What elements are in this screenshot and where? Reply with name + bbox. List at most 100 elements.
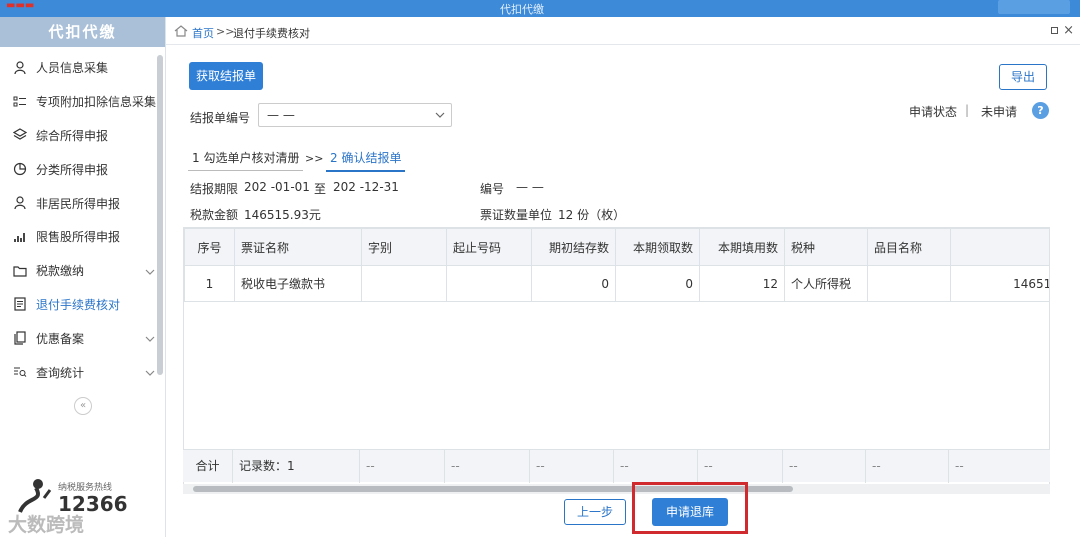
number-label: 编号 xyxy=(480,182,505,196)
footer-placeholder: -- xyxy=(530,450,614,483)
status-label: 申请状态 xyxy=(909,105,958,119)
column-header[interactable]: 本期领取数 xyxy=(615,228,700,266)
footer-record-count: 记录数：1 xyxy=(233,450,360,483)
footer-total-label: 合计 xyxy=(183,450,233,483)
table-row[interactable]: 1税收电子缴款书0012个人所得税146515.93 xyxy=(184,265,1049,302)
breadcrumb-current: 退付手续费核对 xyxy=(233,27,310,40)
table-cell: 0 xyxy=(531,265,616,302)
sidebar-scrollbar[interactable] xyxy=(157,55,163,375)
sidebar-item[interactable]: 人员信息采集 xyxy=(0,51,165,85)
watermark: 大数跨境 xyxy=(8,514,85,536)
sidebar-item-label: 分类所得申报 xyxy=(36,162,109,177)
person-icon xyxy=(12,195,28,211)
column-header[interactable]: 票证名称 xyxy=(234,228,362,266)
sidebar-item[interactable]: 查询统计 xyxy=(0,355,165,389)
sidebar-item[interactable]: 税款缴纳 xyxy=(0,254,165,288)
sidebar-item-label: 专项附加扣除信息采集 xyxy=(36,95,157,110)
table-cell xyxy=(867,265,951,302)
report-no-label: 结报单编号 xyxy=(190,111,251,125)
table-cell: 146515.93 xyxy=(950,265,1049,302)
prev-step-button[interactable]: 上一步 xyxy=(564,499,626,525)
sidebar-item-label: 限售股所得申报 xyxy=(36,230,121,245)
column-header[interactable]: 税种 xyxy=(784,228,868,266)
help-icon[interactable]: ? xyxy=(1032,102,1049,119)
sidebar-item[interactable]: 优惠备案 xyxy=(0,321,165,355)
footer-placeholder: -- xyxy=(866,450,949,483)
sidebar-collapse-button[interactable]: « xyxy=(74,397,92,415)
column-header[interactable]: 起止号码 xyxy=(446,228,532,266)
sidebar: 代扣代缴 人员信息采集专项附加扣除信息采集 综合所得申报 分类所得申报非居民所得申报… xyxy=(0,17,166,537)
quantity-value: 12 份（枚） xyxy=(558,208,626,222)
layers-icon xyxy=(12,127,28,143)
fetch-report-button[interactable]: 获取结报单 xyxy=(189,62,263,90)
sidebar-item-label: 优惠备案 xyxy=(36,331,85,346)
column-header[interactable]: 本期填用数 xyxy=(699,228,785,266)
hotline-block: 纳税服务热线 12366 大数跨境 xyxy=(8,472,154,536)
sidebar-item[interactable]: 退付手续费核对 xyxy=(0,288,165,322)
report-no-select[interactable]: — — xyxy=(258,103,452,127)
column-header[interactable]: 金额 xyxy=(950,228,1049,266)
sidebar-item-label: 综合所得申报 xyxy=(36,128,109,143)
main-panel: 首页 >> 退付手续费核对 × 获取结报单 导出 结报单编号 — — 申请状态 … xyxy=(166,17,1080,537)
column-header[interactable]: 期初结存数 xyxy=(531,228,616,266)
period-start: 202 -01-01 xyxy=(244,180,310,194)
footer-placeholder: -- xyxy=(360,450,445,483)
table-cell: 1 xyxy=(184,265,235,302)
column-header[interactable]: 字别 xyxy=(361,228,447,266)
table-cell: 0 xyxy=(615,265,700,302)
search-list-icon xyxy=(12,364,28,380)
column-header[interactable]: 品目名称 xyxy=(867,228,951,266)
footer-placeholder: -- xyxy=(614,450,698,483)
top-right-button[interactable] xyxy=(998,0,1070,14)
chevron-down-icon xyxy=(145,333,155,343)
footer-placeholder: -- xyxy=(783,450,866,483)
sidebar-item-label: 查询统计 xyxy=(36,365,85,380)
person-icon xyxy=(12,60,28,76)
table-cell: 12 xyxy=(699,265,785,302)
folder-icon xyxy=(12,263,28,279)
pie-icon xyxy=(12,161,28,177)
sidebar-item[interactable]: 分类所得申报 xyxy=(0,152,165,186)
sidebar-title: 代扣代缴 xyxy=(0,17,165,47)
status-separator: | xyxy=(965,103,970,117)
step-separator: >> xyxy=(305,152,324,165)
column-header[interactable]: 序号 xyxy=(184,228,235,266)
chevron-down-icon xyxy=(145,266,155,276)
table-header-row: 序号票证名称字别起止号码期初结存数本期领取数本期填用数税种品目名称金额 xyxy=(184,228,1049,266)
footer-placeholder: -- xyxy=(445,450,530,483)
report-no-value: — — xyxy=(267,108,295,122)
sidebar-item[interactable]: 专项附加扣除信息采集 xyxy=(0,85,165,119)
period-end: 202 -12-31 xyxy=(333,180,399,194)
close-icon[interactable]: × xyxy=(1063,23,1074,38)
chevron-down-icon xyxy=(435,112,445,118)
list-icon xyxy=(12,94,28,110)
document-icon xyxy=(12,296,28,312)
home-icon[interactable] xyxy=(174,25,188,37)
table-cell xyxy=(361,265,447,302)
top-bar: ▬▬▬ 代扣代缴 xyxy=(0,0,1080,17)
sidebar-nav: 人员信息采集专项附加扣除信息采集 综合所得申报 分类所得申报非居民所得申报限售股所得… xyxy=(0,51,165,389)
period-label: 结报期限 xyxy=(190,182,239,196)
footer-placeholder: -- xyxy=(949,450,1080,483)
export-button[interactable]: 导出 xyxy=(999,64,1047,90)
breadcrumb-home[interactable]: 首页 xyxy=(192,25,214,41)
sidebar-item-label: 税款缴纳 xyxy=(36,264,85,279)
status-value: 未申请 xyxy=(981,105,1018,119)
table-cell: 税收电子缴款书 xyxy=(234,265,362,302)
sidebar-item[interactable]: 非居民所得申报 xyxy=(0,186,165,220)
sidebar-item[interactable]: 综合所得申报 xyxy=(0,119,165,153)
window-title: 代扣代缴 xyxy=(500,3,544,16)
highlight-annotation-box xyxy=(632,482,748,534)
step-select-checklist[interactable]: 1 勾选单户核对清册 xyxy=(188,149,304,171)
sidebar-item-label: 退付手续费核对 xyxy=(36,297,121,312)
table-horizontal-scrollbar[interactable] xyxy=(183,484,1050,494)
step-confirm-report[interactable]: 2 确认结报单 xyxy=(326,149,406,172)
footer-placeholder: -- xyxy=(698,450,783,483)
number-value: — — xyxy=(516,180,544,194)
table-cell xyxy=(446,265,532,302)
sidebar-item-label: 人员信息采集 xyxy=(36,61,109,76)
period-to: 至 xyxy=(314,182,327,196)
sidebar-item[interactable]: 限售股所得申报 xyxy=(0,220,165,254)
bar-chart-icon xyxy=(12,229,28,245)
restore-window-icon[interactable] xyxy=(1051,27,1058,34)
